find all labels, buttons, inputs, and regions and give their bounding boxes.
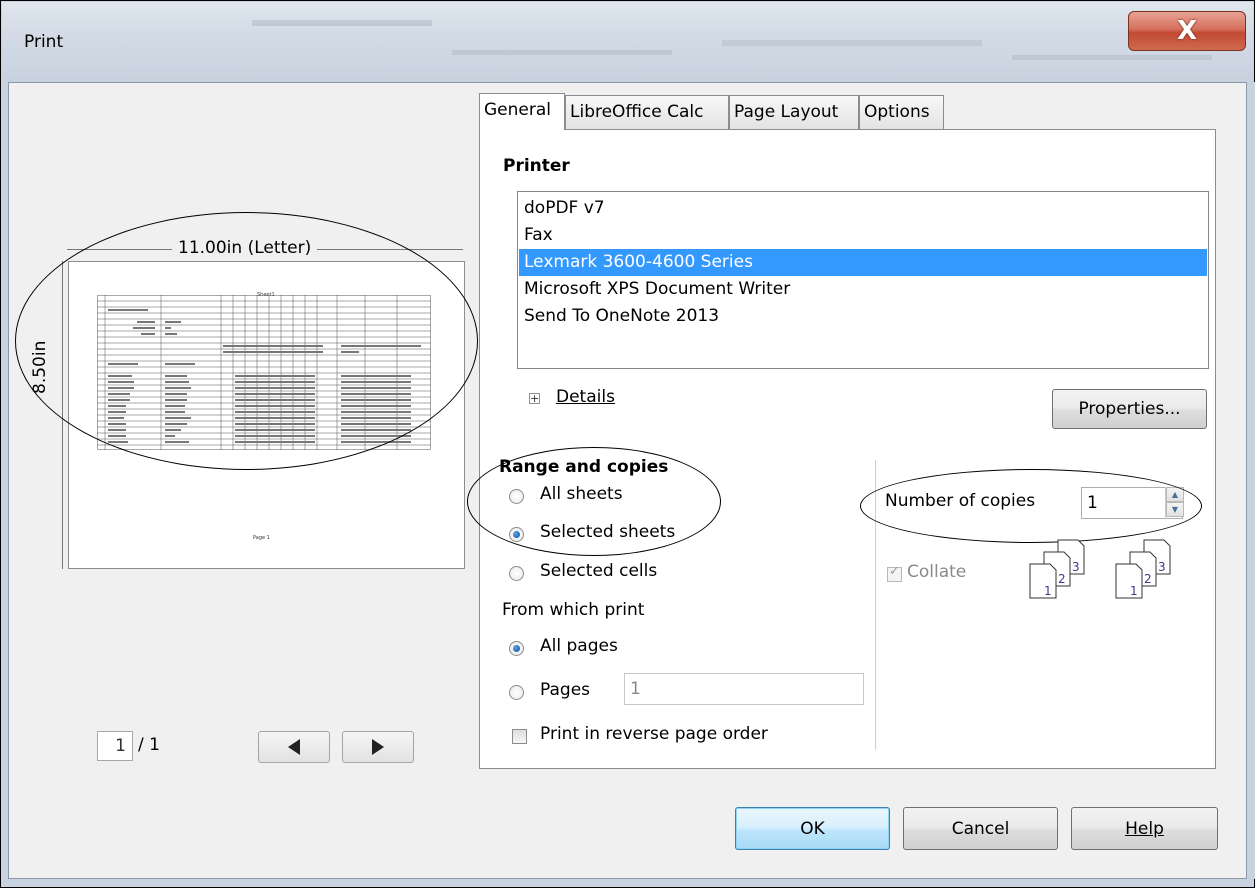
number-of-copies-label: Number of copies: [885, 491, 1036, 511]
paper-width-label: 11.00in (Letter): [172, 238, 318, 258]
pages-label[interactable]: Pages: [540, 680, 590, 700]
range-section-title: Range and copies: [499, 457, 669, 477]
window-border-right: [1247, 82, 1255, 879]
title-bar[interactable]: Print X: [2, 2, 1253, 82]
tab-general[interactable]: General: [479, 93, 565, 130]
print-preview-page: Sheet1 Page 1: [68, 261, 465, 569]
pages-range-input[interactable]: 1: [624, 673, 864, 705]
collate-icon-num-2: 2: [1058, 572, 1066, 586]
printer-item-selected[interactable]: Lexmark 3600-4600 Series: [519, 249, 1207, 276]
previous-page-button[interactable]: [258, 731, 330, 763]
spin-down-icon[interactable]: ▼: [1166, 502, 1184, 517]
details-label-text: Details: [556, 387, 615, 407]
close-icon: X: [1176, 16, 1198, 46]
preview-page-footer: Page 1: [253, 535, 270, 541]
help-button[interactable]: Help: [1071, 807, 1218, 850]
tab-options[interactable]: Options: [859, 95, 944, 129]
all-sheets-label[interactable]: All sheets: [540, 484, 623, 504]
collate-icon-num-1: 1: [1044, 584, 1052, 598]
collate-icon-num-1: 1: [1130, 584, 1138, 598]
collate-icon-num-2: 2: [1144, 572, 1152, 586]
section-divider: [875, 460, 876, 750]
from-which-print-label: From which print: [502, 600, 645, 620]
selected-sheets-radio[interactable]: [509, 527, 524, 542]
selected-cells-radio[interactable]: [509, 566, 524, 581]
properties-button[interactable]: Properties...: [1052, 389, 1207, 429]
printer-item[interactable]: Fax: [519, 222, 1207, 249]
collate-pages-icon: 3 2 1: [1029, 539, 1085, 599]
all-sheets-radio[interactable]: [509, 489, 524, 504]
help-button-label: Help: [1125, 818, 1164, 839]
spin-up-icon[interactable]: ▲: [1166, 487, 1184, 502]
copies-spinner[interactable]: ▲ ▼: [1165, 487, 1184, 519]
triangle-left-icon: [288, 739, 300, 755]
pages-radio[interactable]: [509, 685, 524, 700]
tab-page-layout[interactable]: Page Layout: [729, 95, 859, 129]
triangle-right-icon: [372, 739, 384, 755]
all-pages-label[interactable]: All pages: [540, 636, 618, 656]
paper-height-line: [62, 261, 63, 569]
selected-sheets-label[interactable]: Selected sheets: [540, 522, 675, 542]
ok-button[interactable]: OK: [735, 807, 890, 850]
collate-pages-icon: 3 2 1: [1115, 539, 1171, 599]
cancel-button[interactable]: Cancel: [903, 807, 1058, 850]
paper-height-label: 8.50in: [30, 334, 50, 400]
checkmark-icon: ✓: [889, 564, 900, 579]
next-page-button[interactable]: [342, 731, 414, 763]
titlebar-aero-glass: [252, 20, 1212, 60]
expand-plus-icon[interactable]: +: [529, 393, 540, 404]
printer-item[interactable]: Send To OneNote 2013: [519, 303, 1207, 330]
printer-section-title: Printer: [503, 156, 570, 176]
all-pages-radio[interactable]: [509, 641, 524, 656]
printer-list[interactable]: doPDF v7 Fax Lexmark 3600-4600 Series Mi…: [517, 191, 1209, 369]
reverse-order-checkbox[interactable]: [512, 729, 527, 744]
tab-libreoffice-calc[interactable]: LibreOffice Calc: [565, 95, 729, 129]
current-page-field[interactable]: 1: [97, 731, 133, 761]
collate-icon-num-3: 3: [1072, 560, 1080, 574]
collate-checkbox[interactable]: ✓: [887, 564, 902, 582]
collate-label[interactable]: Collate: [907, 562, 966, 582]
printer-item[interactable]: Microsoft XPS Document Writer: [519, 276, 1207, 303]
printer-item[interactable]: doPDF v7: [519, 195, 1207, 222]
collate-icon-num-3: 3: [1158, 560, 1166, 574]
preview-spreadsheet-thumbnail: [97, 295, 431, 450]
close-button[interactable]: X: [1128, 11, 1246, 51]
details-expander-label[interactable]: Details: [556, 387, 615, 407]
selected-cells-label[interactable]: Selected cells: [540, 561, 657, 581]
dialog-title: Print: [24, 32, 64, 52]
page-count-label: / 1: [138, 735, 160, 755]
reverse-order-label[interactable]: Print in reverse page order: [540, 724, 768, 744]
